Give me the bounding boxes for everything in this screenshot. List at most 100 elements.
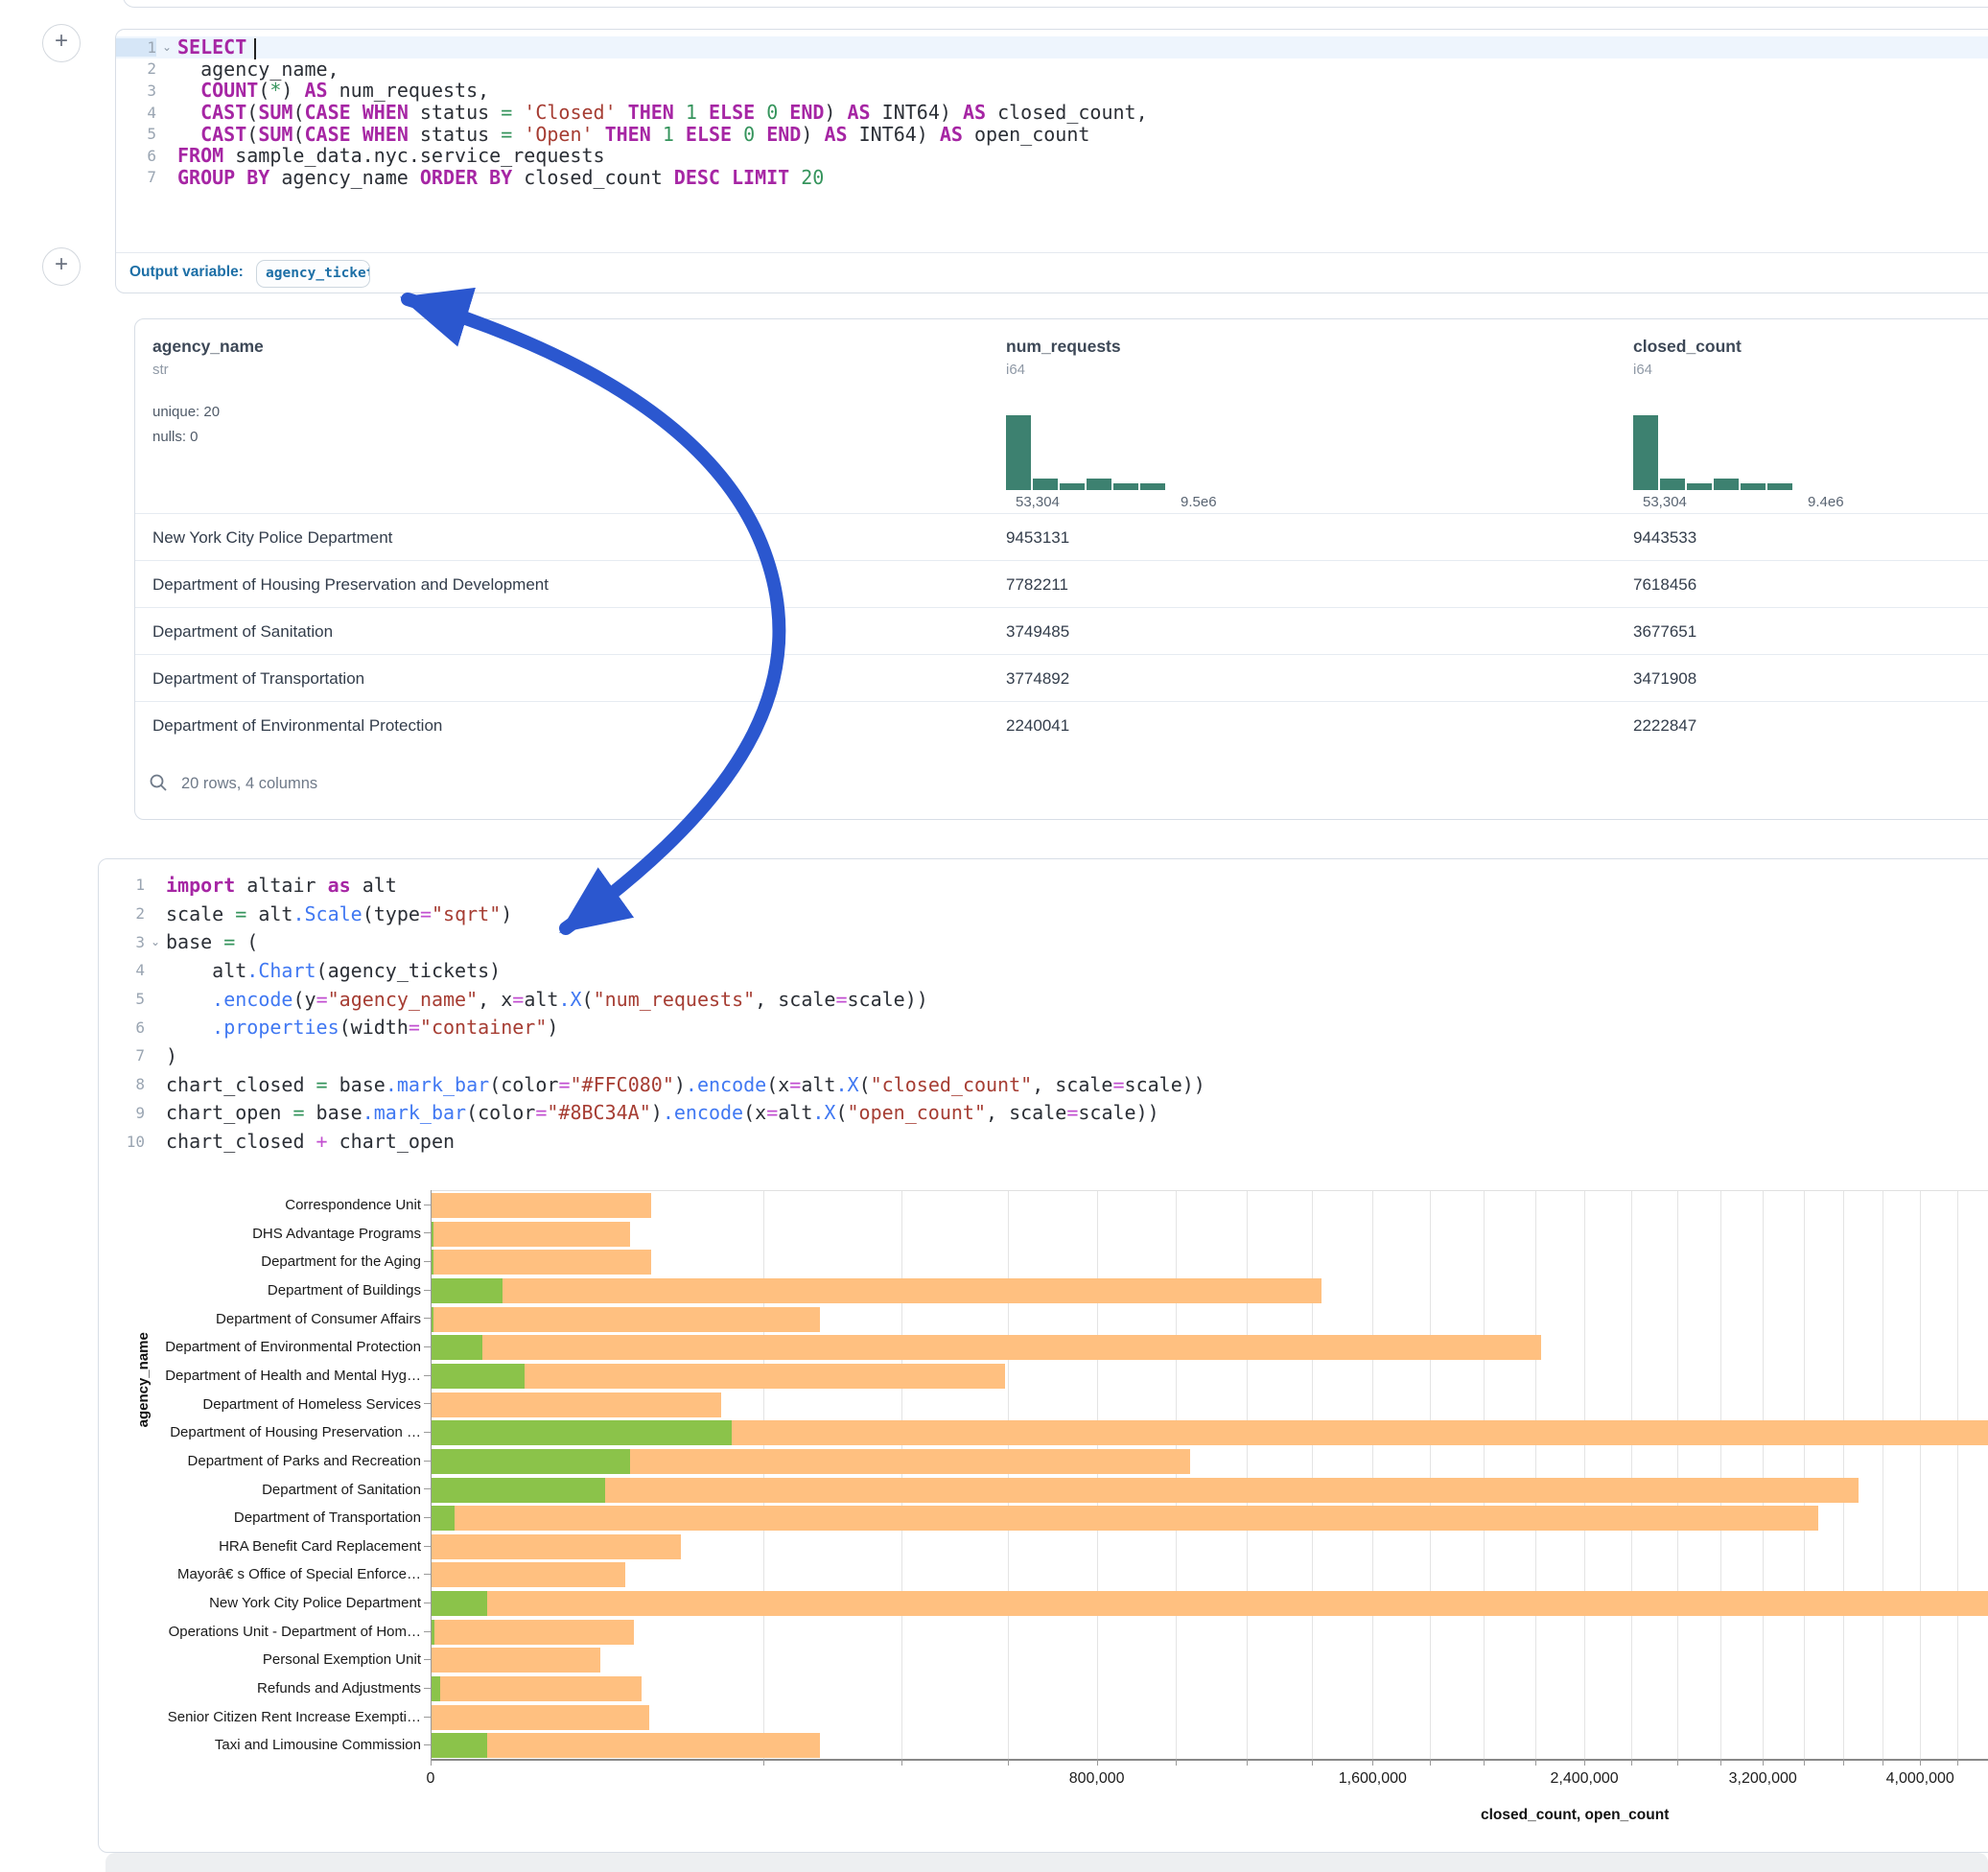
x-axis-tick bbox=[763, 1759, 764, 1766]
table-cell: Department of Sanitation bbox=[152, 622, 333, 642]
bar-closed-count bbox=[431, 1278, 1321, 1303]
code-text: .encode(y="agency_name", x=alt.X("num_re… bbox=[166, 988, 928, 1011]
code-text: chart_closed = base.mark_bar(color="#FFC… bbox=[166, 1073, 1205, 1096]
column-type: i64 bbox=[1006, 362, 1025, 378]
column-header-closed_count: closed_count bbox=[1633, 337, 1742, 357]
collapse-chevron-icon[interactable]: ⌄ bbox=[156, 40, 177, 54]
code-text: .properties(width="container") bbox=[166, 1016, 558, 1039]
x-axis-tick-label: 1,600,000 bbox=[1339, 1770, 1407, 1788]
line-number: 1 bbox=[116, 38, 156, 57]
histogram-bar bbox=[1060, 483, 1085, 490]
x-axis-tick-label: 2,400,000 bbox=[1551, 1770, 1619, 1788]
x-axis-tick bbox=[1097, 1759, 1098, 1766]
x-axis-title: closed_count, open_count bbox=[1481, 1807, 1669, 1824]
search-icon[interactable] bbox=[149, 773, 168, 792]
chart-gridline bbox=[1957, 1191, 1958, 1760]
chart-gridline bbox=[1763, 1191, 1764, 1760]
y-axis-label: New York City Police Department bbox=[99, 1595, 421, 1611]
code-text: ) bbox=[166, 1044, 177, 1067]
bar-open-count bbox=[431, 1591, 487, 1616]
x-axis-tick bbox=[1008, 1759, 1009, 1766]
text-caret bbox=[254, 38, 256, 59]
add-cell-button-middle[interactable]: + bbox=[42, 247, 81, 286]
x-axis-tick-label: 4,000,000 bbox=[1886, 1770, 1954, 1788]
bar-open-count bbox=[431, 1335, 482, 1360]
y-axis-tick bbox=[424, 1517, 431, 1518]
y-axis-tick bbox=[424, 1232, 431, 1233]
histogram-bar bbox=[1033, 479, 1058, 490]
code-line: 9chart_open = base.mark_bar(color="#8BC3… bbox=[99, 1099, 1988, 1128]
bar-open-count bbox=[431, 1449, 630, 1474]
y-axis-label: Personal Exemption Unit bbox=[99, 1651, 421, 1668]
code-line: 10 chart_closed + chart_open bbox=[99, 1127, 1988, 1156]
line-number: 5 bbox=[116, 125, 156, 143]
code-text: base = ( bbox=[166, 930, 258, 953]
chart-gridline bbox=[1584, 1191, 1585, 1760]
code-text: chart_open = base.mark_bar(color="#8BC34… bbox=[166, 1101, 1159, 1124]
bar-closed-count bbox=[431, 1307, 820, 1332]
column-stat: nulls: 0 bbox=[152, 429, 199, 445]
code-text: COUNT(*) AS num_requests, bbox=[177, 79, 489, 102]
y-axis-label: Taxi and Limousine Commission bbox=[99, 1737, 421, 1753]
bar-closed-count bbox=[431, 1478, 1859, 1503]
table-row: Department of Environmental Protection22… bbox=[135, 701, 1988, 749]
table-cell: 2222847 bbox=[1633, 716, 1696, 736]
chart-plot-area bbox=[431, 1190, 1988, 1760]
bar-closed-count bbox=[431, 1648, 600, 1673]
chart-gridline bbox=[1677, 1191, 1678, 1760]
table-row: Department of Transportation377489234719… bbox=[135, 654, 1988, 702]
chart-gridline bbox=[1097, 1191, 1098, 1760]
chart-gridline bbox=[1247, 1191, 1248, 1760]
x-axis-tick bbox=[1584, 1759, 1585, 1766]
histogram-bar bbox=[1741, 483, 1766, 490]
code-line: 4 CAST(SUM(CASE WHEN status = 'Closed' T… bbox=[116, 102, 1988, 124]
histogram-max-label: 9.4e6 bbox=[1808, 494, 1844, 510]
y-axis-tick bbox=[424, 1403, 431, 1404]
y-axis-label: Department for the Aging bbox=[99, 1253, 421, 1270]
code-line: 5 CAST(SUM(CASE WHEN status = 'Open' THE… bbox=[116, 123, 1988, 145]
add-cell-button-top[interactable]: + bbox=[42, 24, 81, 62]
output-variable-label: Output variable: bbox=[129, 264, 244, 281]
column-header-num_requests: num_requests bbox=[1006, 337, 1121, 357]
code-line: 2 agency_name, bbox=[116, 58, 1988, 81]
code-text: CAST(SUM(CASE WHEN status = 'Open' THEN … bbox=[177, 123, 1089, 146]
bar-closed-count bbox=[431, 1705, 649, 1730]
code-text: chart_closed + chart_open bbox=[166, 1130, 455, 1153]
bar-open-count bbox=[431, 1278, 503, 1303]
table-header: agency_namestrunique: 20nulls: 0num_requ… bbox=[135, 319, 1988, 513]
y-axis-label: Operations Unit - Department of Hom… bbox=[99, 1624, 421, 1640]
histogram-bar bbox=[1767, 483, 1792, 490]
bar-closed-count bbox=[431, 1506, 1818, 1531]
x-axis-line bbox=[431, 1759, 1988, 1761]
y-axis-tick bbox=[424, 1432, 431, 1433]
y-axis-label: Department of Buildings bbox=[99, 1282, 421, 1299]
histogram-max-label: 9.5e6 bbox=[1181, 494, 1217, 510]
chart-gridline bbox=[763, 1191, 764, 1760]
code-line: 8chart_closed = base.mark_bar(color="#FF… bbox=[99, 1070, 1988, 1099]
y-axis-label: Department of Sanitation bbox=[99, 1482, 421, 1498]
output-variable-pill[interactable]: agency_tickets bbox=[256, 260, 370, 288]
line-number: 2 bbox=[116, 59, 156, 78]
x-axis-tick bbox=[1920, 1759, 1921, 1766]
line-number: 10 bbox=[99, 1133, 145, 1151]
sql-code-editor[interactable]: 1⌄SELECT2 agency_name,3 COUNT(*) AS num_… bbox=[116, 36, 1988, 188]
chart-gridline bbox=[1312, 1191, 1313, 1760]
x-axis-tick bbox=[1763, 1759, 1764, 1766]
table-cell: 7782211 bbox=[1006, 575, 1068, 595]
column-type: str bbox=[152, 362, 169, 378]
x-axis-tick bbox=[1720, 1759, 1721, 1766]
y-axis-tick bbox=[424, 1375, 431, 1376]
table-cell: 3471908 bbox=[1633, 669, 1696, 689]
line-number: 4 bbox=[116, 104, 156, 122]
collapse-chevron-icon[interactable]: ⌄ bbox=[145, 935, 166, 948]
code-text: SELECT bbox=[177, 35, 256, 59]
code-text: scale = alt.Scale(type="sqrt") bbox=[166, 902, 512, 925]
python-cell: 1import altair as alt2scale = alt.Scale(… bbox=[98, 858, 1988, 1853]
y-axis-label: Mayorâ€ s Office of Special Enforce… bbox=[99, 1566, 421, 1582]
x-axis-tick bbox=[901, 1759, 902, 1766]
code-line: 3⌄base = ( bbox=[99, 927, 1988, 956]
table-body: New York City Police Department945313194… bbox=[135, 513, 1988, 748]
chart-gridline bbox=[1176, 1191, 1177, 1760]
python-code-editor[interactable]: 1import altair as alt2scale = alt.Scale(… bbox=[99, 871, 1988, 1156]
chart-gridline bbox=[1484, 1191, 1485, 1760]
